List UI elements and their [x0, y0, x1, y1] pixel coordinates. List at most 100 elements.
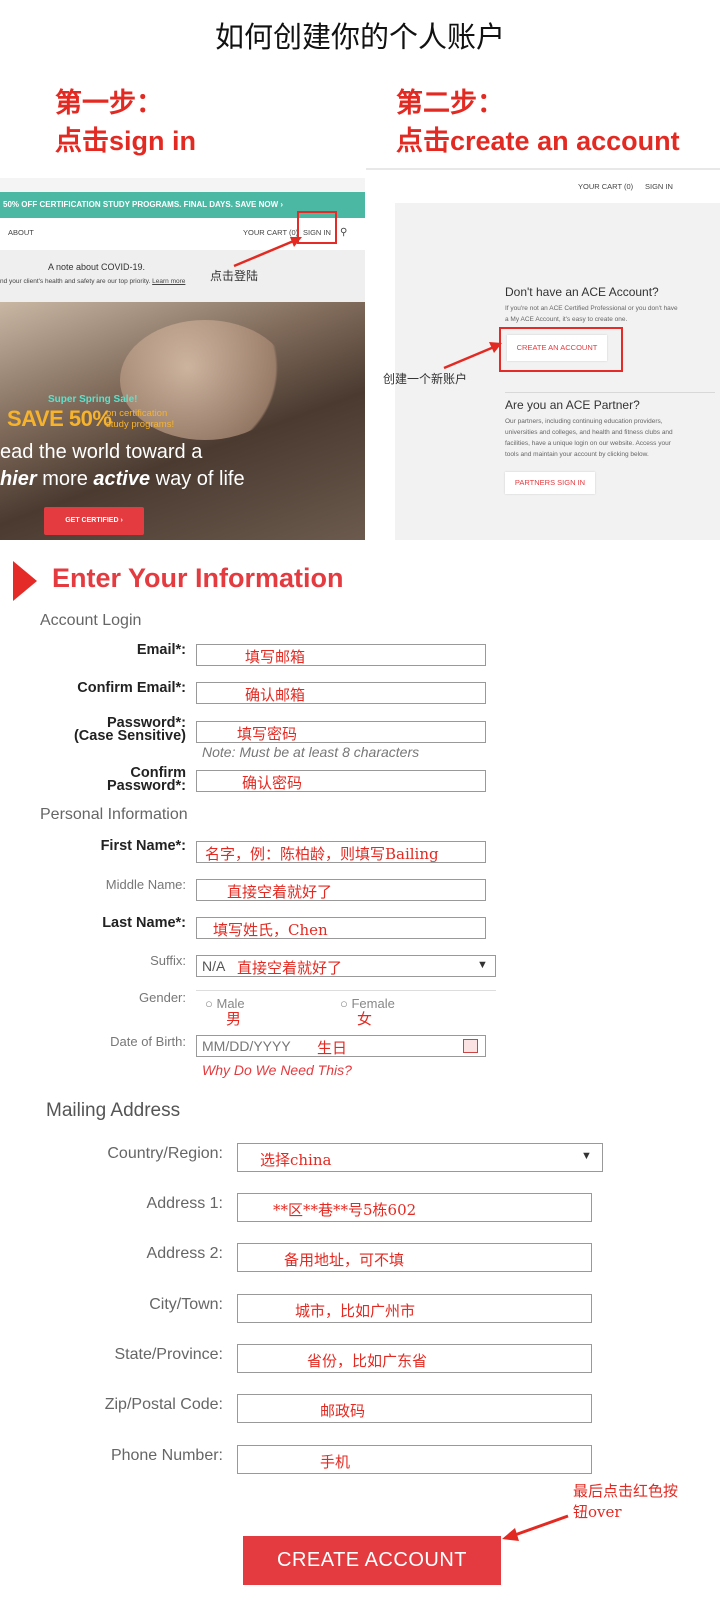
- covid-note: A note about COVID-19.: [48, 262, 146, 272]
- confirm-email-field[interactable]: 确认邮箱: [196, 682, 486, 704]
- enter-info-heading: Enter Your Information: [52, 563, 344, 593]
- password-case-text: (Case Sensitive): [73, 728, 186, 744]
- partner-text: Our partners, including continuing educa…: [505, 416, 673, 460]
- mailing-heading: Mailing Address: [46, 1100, 181, 1121]
- no-account-text: If you're not an ACE Certified Professio…: [505, 303, 678, 325]
- address1-label: Address 1:: [146, 1195, 223, 1212]
- confirm-email-label: Confirm Email*:: [77, 680, 186, 696]
- nav-about[interactable]: ABOUT: [8, 228, 34, 237]
- address1-fill: **区**巷**号5栋602: [273, 1201, 417, 1219]
- covid-text-body: nd your client's health and safety are o…: [0, 278, 151, 285]
- search-icon[interactable]: ⚲: [340, 227, 347, 238]
- section-marker-icon: [13, 561, 37, 601]
- calendar-icon[interactable]: [463, 1039, 478, 1053]
- last-name-label: Last Name*:: [102, 915, 186, 931]
- middle-name-label: Middle Name:: [105, 877, 186, 892]
- final-note-2: 钮over: [573, 1503, 622, 1521]
- confirm-email-fill: 确认邮箱: [245, 686, 306, 704]
- nav2-cart[interactable]: YOUR CART (0): [578, 182, 633, 191]
- address2-label: Address 2:: [146, 1245, 223, 1262]
- sale-title: Super Spring Sale!: [48, 394, 138, 405]
- no-account-text-1: If you're not an ACE Certified Professio…: [505, 305, 678, 312]
- partner-text-2: universities and colleges, and health an…: [505, 429, 673, 436]
- save-detail-1: on certification: [106, 408, 168, 419]
- confirm-password-fill: 确认密码: [242, 774, 303, 792]
- state-fill: 省份，比如广东省: [307, 1352, 428, 1370]
- suffix-value: N/A: [202, 958, 226, 974]
- hero-word-3: active: [93, 468, 151, 490]
- city-label: City/Town:: [149, 1296, 223, 1313]
- address2-field[interactable]: 备用地址，可不填: [237, 1243, 592, 1272]
- male-fill: 男: [226, 1010, 242, 1028]
- partners-sign-in-button[interactable]: PARTNERS SIGN IN: [505, 472, 595, 494]
- hero-line2: hier more active way of life: [0, 468, 245, 491]
- nav2-sign-in[interactable]: SIGN IN: [645, 182, 673, 191]
- password-fill: 填写密码: [237, 725, 298, 743]
- nav2-cart-label: YOUR CART (0): [578, 182, 634, 191]
- why-link[interactable]: Why Do We Need This?: [202, 1062, 352, 1078]
- partner-text-3: facilities, have a unique login on our w…: [505, 440, 671, 447]
- create-account-highlight: [499, 327, 623, 372]
- email-field[interactable]: 填写邮箱: [196, 644, 486, 666]
- step1-action: sign in: [109, 126, 196, 156]
- country-label: Country/Region:: [107, 1145, 223, 1162]
- panel-divider: [505, 392, 715, 393]
- email-label: Email*:: [136, 642, 186, 658]
- hero-word-2: more: [42, 468, 88, 490]
- last-name-fill: 填写姓氏，Chen: [213, 921, 328, 939]
- final-note-1: 最后点击红色按: [573, 1482, 679, 1500]
- suffix-fill: 直接空着就好了: [237, 959, 343, 977]
- learn-more-link[interactable]: Learn more: [152, 278, 185, 285]
- account-login-heading: Account Login: [40, 612, 142, 629]
- save-detail-2: study programs!: [106, 419, 175, 430]
- zip-field[interactable]: 邮政码: [237, 1394, 592, 1423]
- step2-instruction: 点击create an account: [396, 122, 680, 161]
- partner-text-1: Our partners, including continuing educa…: [505, 418, 663, 425]
- confirm-password-field[interactable]: 确认密码: [196, 770, 486, 792]
- screenshot2-border: [366, 168, 720, 170]
- get-certified-button[interactable]: GET CERTIFIED ›: [44, 507, 144, 535]
- step2-action: create an account: [450, 126, 680, 156]
- phone-field[interactable]: 手机: [237, 1445, 592, 1474]
- arrow-submit-icon: [502, 1514, 569, 1541]
- partner-text-4: tools and maintain your account by click…: [505, 451, 649, 458]
- first-name-fill: 名字，例：陈柏龄，则填写Bailing: [205, 845, 439, 863]
- dob-fill: 生日: [317, 1039, 348, 1057]
- zip-label: Zip/Postal Code:: [104, 1396, 223, 1413]
- female-fill: 女: [357, 1010, 373, 1028]
- hero-word-1: hier: [0, 468, 37, 490]
- password-field[interactable]: 填写密码: [196, 721, 486, 743]
- gender-label: Gender:: [139, 990, 186, 1005]
- address2-fill: 备用地址，可不填: [284, 1251, 405, 1269]
- first-name-field[interactable]: 名字，例：陈柏龄，则填写Bailing: [196, 841, 486, 863]
- partner-heading: Are you an ACE Partner?: [505, 398, 640, 412]
- radio-icon: ○: [340, 996, 348, 1011]
- arrow-create-icon: [443, 342, 502, 370]
- dob-field[interactable]: MM/DD/YYYY 生日: [196, 1035, 486, 1057]
- city-fill: 城市，比如广州市: [295, 1302, 416, 1320]
- step1-title: 第一步：: [55, 88, 163, 119]
- country-select[interactable]: 选择china ▼: [237, 1143, 603, 1172]
- address1-field[interactable]: **区**巷**号5栋602: [237, 1193, 592, 1222]
- step1-instruction: 点击sign in: [55, 122, 196, 161]
- step2-prefix: 点击: [396, 126, 450, 157]
- email-fill: 填写邮箱: [245, 648, 306, 666]
- last-name-field[interactable]: 填写姓氏，Chen: [196, 917, 486, 939]
- country-fill: 选择china: [260, 1151, 332, 1169]
- arrow-signin-icon: [233, 237, 302, 268]
- hero-line1: ead the world toward a: [0, 441, 203, 463]
- city-field[interactable]: 城市，比如广州市: [237, 1294, 592, 1323]
- chevron-down-icon: ▼: [477, 959, 488, 971]
- suffix-select[interactable]: N/A 直接空着就好了 ▼: [196, 955, 496, 977]
- middle-name-field[interactable]: 直接空着就好了: [196, 879, 486, 901]
- confirm-password-label-2: Password*:: [107, 778, 186, 794]
- hero-word-4: way of life: [155, 468, 245, 490]
- password-label: Password*: (Case Sensitive): [20, 716, 186, 744]
- phone-fill: 手机: [320, 1453, 351, 1471]
- state-field[interactable]: 省份，比如广东省: [237, 1344, 592, 1373]
- page-title: 如何创建你的个人账户: [214, 20, 505, 54]
- personal-info-heading: Personal Information: [40, 806, 188, 823]
- zip-fill: 邮政码: [320, 1402, 366, 1420]
- no-account-text-2: a My ACE Account, it's easy to create on…: [505, 316, 628, 323]
- create-account-button[interactable]: CREATE ACCOUNT: [243, 1536, 501, 1585]
